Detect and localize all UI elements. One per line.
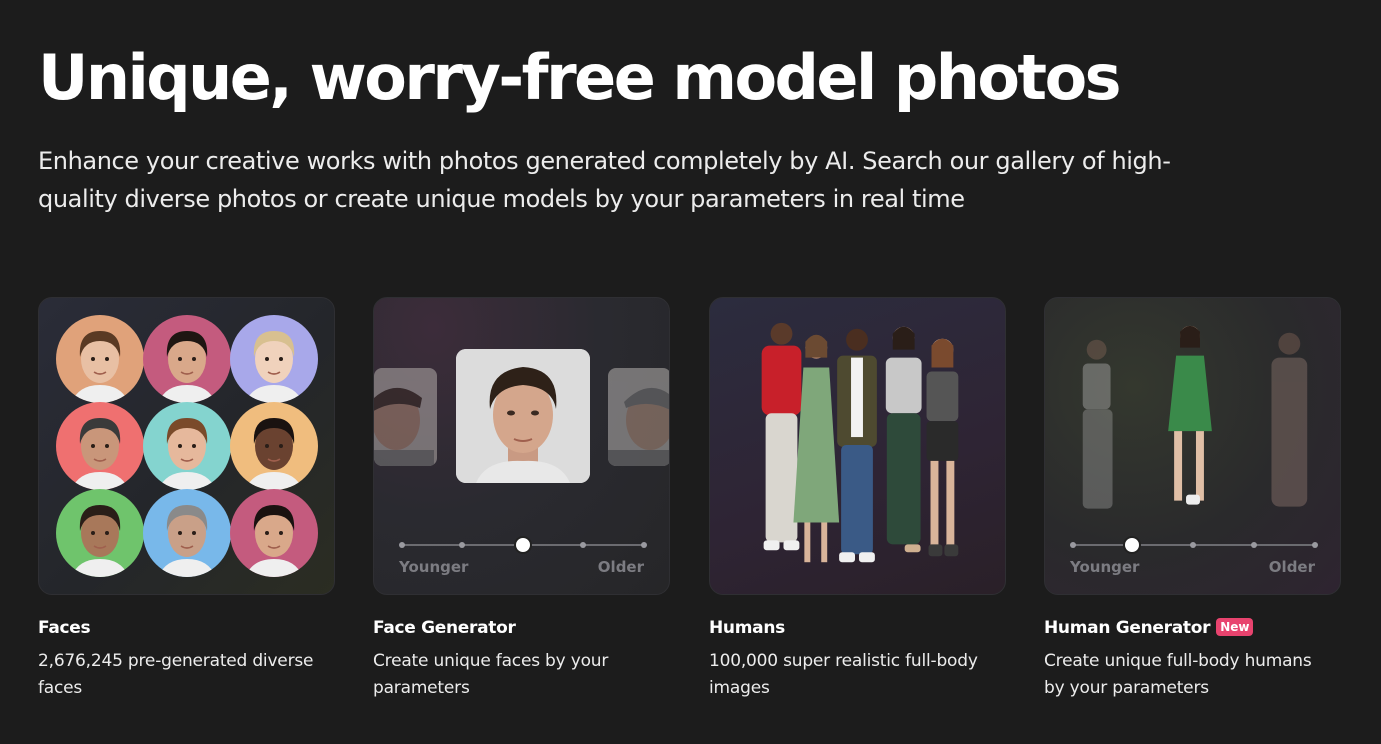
- humans-card[interactable]: [709, 297, 1006, 595]
- human-generator-card-description: Create unique full-body humans by your p…: [1044, 651, 1312, 698]
- age-slider[interactable]: [399, 536, 647, 554]
- human-generator-title-text: Human Generator: [1044, 618, 1211, 638]
- face-generator-card-title[interactable]: Face Generator: [373, 618, 516, 638]
- slider-max-label: Older: [1268, 558, 1315, 576]
- human-generator-preview: [1082, 325, 1308, 509]
- slider-min-label: Younger: [399, 558, 469, 576]
- face-generator-card[interactable]: Younger Older: [373, 297, 670, 595]
- faces-card-description: 2,676,245 pre-generated diverse faces: [38, 651, 314, 698]
- faces-card-title[interactable]: Faces: [38, 618, 91, 638]
- faces-card[interactable]: [38, 297, 335, 595]
- page-title: Unique, worry-free model photos: [38, 41, 1122, 114]
- human-generator-card-title[interactable]: Human Generator New: [1044, 618, 1254, 638]
- face-thumbnail[interactable]: [56, 489, 144, 577]
- humans-group-image: [761, 322, 959, 563]
- face-thumbnail[interactable]: [230, 402, 318, 490]
- face-thumbnail[interactable]: [230, 315, 318, 403]
- face-preview-main: [456, 349, 590, 483]
- human-generator-card[interactable]: Younger Older: [1044, 297, 1341, 595]
- face-thumbnail[interactable]: [56, 402, 144, 490]
- hand-cursor-icon[interactable]: [1123, 536, 1141, 554]
- face-thumbnail[interactable]: [143, 489, 231, 577]
- face-thumbnail[interactable]: [143, 402, 231, 490]
- slider-min-label: Younger: [1070, 558, 1140, 576]
- face-generator-card-description: Create unique faces by your parameters: [373, 651, 609, 698]
- new-badge: New: [1216, 618, 1254, 636]
- humans-card-title[interactable]: Humans: [709, 618, 785, 638]
- face-thumbnail[interactable]: [56, 315, 144, 403]
- face-thumbnail[interactable]: [143, 315, 231, 403]
- age-slider[interactable]: [1070, 536, 1318, 554]
- face-thumbnail[interactable]: [230, 489, 318, 577]
- hand-cursor-icon[interactable]: [514, 536, 532, 554]
- page-subtitle: Enhance your creative works with photos …: [38, 147, 1171, 213]
- humans-card-description: 100,000 super realistic full-body images: [709, 651, 978, 698]
- face-preview-left: [374, 368, 437, 466]
- face-preview-right: [608, 368, 669, 466]
- slider-max-label: Older: [597, 558, 644, 576]
